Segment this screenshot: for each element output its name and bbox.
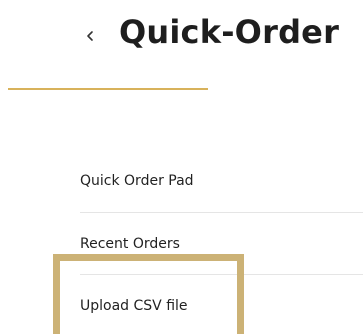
menu-item-upload-csv-file[interactable]: Upload CSV file <box>80 274 363 336</box>
menu-item-label: Quick Order Pad <box>80 173 194 189</box>
menu-item-quick-order-pad[interactable]: Quick Order Pad <box>80 150 363 212</box>
page-header: Quick-Order <box>0 0 363 70</box>
chevron-left-icon <box>87 31 93 41</box>
menu-item-label: Recent Orders <box>80 236 180 252</box>
title-underline <box>8 88 208 90</box>
back-button[interactable] <box>82 24 100 48</box>
quick-order-menu: Quick Order Pad Recent Orders Upload CSV… <box>80 150 363 336</box>
menu-item-label: Upload CSV file <box>80 298 188 314</box>
menu-item-recent-orders[interactable]: Recent Orders <box>80 212 363 274</box>
page-title: Quick-Order <box>119 13 340 51</box>
